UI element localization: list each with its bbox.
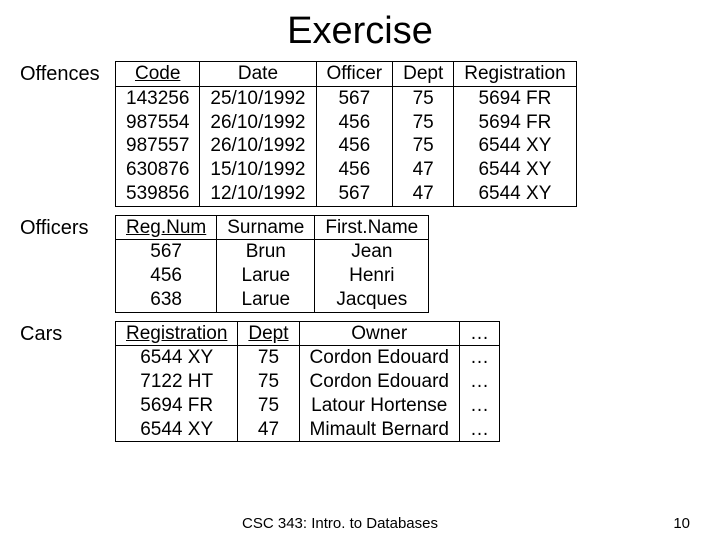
column-header: First.Name <box>315 215 429 240</box>
table-cell: Mimault Bernard <box>299 418 459 442</box>
column-header: Registration <box>116 321 238 346</box>
table-section-offences: Offences CodeDateOfficerDeptRegistration… <box>0 59 720 213</box>
table-cell: 26/10/1992 <box>200 111 316 135</box>
column-header: Code <box>116 62 200 87</box>
table-cell: Henri <box>315 264 429 288</box>
table-row: 63087615/10/1992456476544 XY <box>116 158 577 182</box>
table-cell: Larue <box>217 264 315 288</box>
table-cell: Cordon Edouard <box>299 346 459 370</box>
table-row: 14325625/10/1992567755694 FR <box>116 86 577 110</box>
table-cell: 987557 <box>116 134 200 158</box>
table-cell: 539856 <box>116 182 200 206</box>
table-row: 6544 XY75Cordon Edouard… <box>116 346 500 370</box>
table-cell: 75 <box>393 111 454 135</box>
table-cell: 987554 <box>116 111 200 135</box>
table-row: 98755426/10/1992456755694 FR <box>116 111 577 135</box>
table-label: Cars <box>20 321 115 346</box>
table-cell: 75 <box>238 394 299 418</box>
table-cell: Latour Hortense <box>299 394 459 418</box>
table-label: Officers <box>20 215 115 240</box>
column-header: Dept <box>393 62 454 87</box>
column-header: Owner <box>299 321 459 346</box>
table-cell: 567 <box>116 240 217 264</box>
table-row: 638LarueJacques <box>116 288 429 312</box>
table-cell: Jean <box>315 240 429 264</box>
table-cell: 75 <box>393 134 454 158</box>
table-cell: 47 <box>393 182 454 206</box>
table-cell: 567 <box>316 182 393 206</box>
table-cell: 5694 FR <box>116 394 238 418</box>
table-cell: 456 <box>316 134 393 158</box>
table-cell: … <box>459 394 499 418</box>
table-cell: Larue <box>217 288 315 312</box>
table-row: 456LarueHenri <box>116 264 429 288</box>
table-row: 5694 FR75Latour Hortense… <box>116 394 500 418</box>
footer-course: CSC 343: Intro. to Databases <box>242 515 438 532</box>
column-header: Officer <box>316 62 393 87</box>
table-row: 98755726/10/1992456756544 XY <box>116 134 577 158</box>
table-section-officers: Officers Reg.NumSurnameFirst.Name567Brun… <box>0 213 720 319</box>
table-row: 6544 XY47Mimault Bernard… <box>116 418 500 442</box>
table-row: 567BrunJean <box>116 240 429 264</box>
slide-title: Exercise <box>0 0 720 59</box>
table-cell: Jacques <box>315 288 429 312</box>
footer-page-number: 10 <box>673 515 690 532</box>
table-cell: 47 <box>238 418 299 442</box>
table-cell: 456 <box>116 264 217 288</box>
table-cell: 7122 HT <box>116 370 238 394</box>
table-cell: 15/10/1992 <box>200 158 316 182</box>
column-header: … <box>459 321 499 346</box>
table-row: 53985612/10/1992567476544 XY <box>116 182 577 206</box>
table-cell: 75 <box>238 346 299 370</box>
cars-table: RegistrationDeptOwner…6544 XY75Cordon Ed… <box>115 321 500 443</box>
table-cell: 143256 <box>116 86 200 110</box>
column-header: Date <box>200 62 316 87</box>
offences-table: CodeDateOfficerDeptRegistration14325625/… <box>115 61 577 207</box>
table-cell: 567 <box>316 86 393 110</box>
table-cell: 638 <box>116 288 217 312</box>
column-header: Reg.Num <box>116 215 217 240</box>
table-cell: … <box>459 346 499 370</box>
slide-footer: CSC 343: Intro. to Databases 10 <box>0 515 720 532</box>
table-cell: Brun <box>217 240 315 264</box>
table-cell: 6544 XY <box>116 418 238 442</box>
table-cell: 75 <box>238 370 299 394</box>
table-cell: … <box>459 370 499 394</box>
table-cell: 26/10/1992 <box>200 134 316 158</box>
table-cell: 456 <box>316 158 393 182</box>
table-section-cars: Cars RegistrationDeptOwner…6544 XY75Cord… <box>0 319 720 449</box>
column-header: Registration <box>454 62 576 87</box>
table-cell: 5694 FR <box>454 86 576 110</box>
table-row: 7122 HT75Cordon Edouard… <box>116 370 500 394</box>
table-cell: 6544 XY <box>454 134 576 158</box>
table-cell: 6544 XY <box>454 182 576 206</box>
table-cell: 47 <box>393 158 454 182</box>
table-cell: 25/10/1992 <box>200 86 316 110</box>
table-cell: 6544 XY <box>116 346 238 370</box>
table-cell: … <box>459 418 499 442</box>
table-cell: Cordon Edouard <box>299 370 459 394</box>
table-cell: 6544 XY <box>454 158 576 182</box>
table-cell: 5694 FR <box>454 111 576 135</box>
column-header: Dept <box>238 321 299 346</box>
table-cell: 456 <box>316 111 393 135</box>
column-header: Surname <box>217 215 315 240</box>
table-cell: 75 <box>393 86 454 110</box>
officers-table: Reg.NumSurnameFirst.Name567BrunJean456La… <box>115 215 429 313</box>
table-cell: 630876 <box>116 158 200 182</box>
table-label: Offences <box>20 61 115 86</box>
table-cell: 12/10/1992 <box>200 182 316 206</box>
